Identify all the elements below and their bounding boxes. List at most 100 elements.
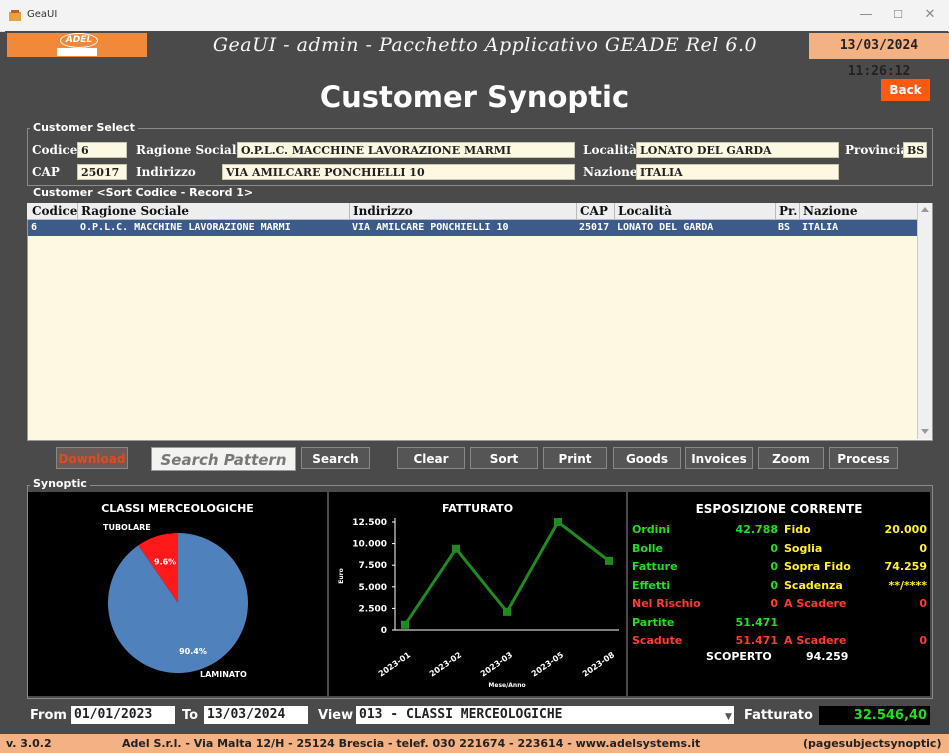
provincia-field[interactable]: BS — [903, 142, 927, 158]
exposure-value: 0 — [770, 541, 778, 555]
customer-list[interactable] — [27, 203, 933, 441]
back-button[interactable]: Back — [881, 79, 930, 101]
exposure-label: Scadute — [632, 634, 683, 647]
exposure-label: Fido — [784, 523, 811, 536]
fatturato-label: Fatturato — [744, 708, 813, 723]
codice-field[interactable]: 6 — [77, 142, 127, 158]
ragione-sociale-field[interactable]: O.P.L.C. MACCHINE LAVORAZIONE MARMI — [237, 142, 575, 158]
exposure-value: 0 — [919, 541, 927, 555]
exposure-title: ESPOSIZIONE CORRENTE — [695, 502, 863, 516]
column-header-cap[interactable]: CAP — [576, 203, 614, 219]
exposure-value: 42.788 — [735, 523, 778, 536]
line-point — [503, 607, 511, 616]
cap-label: CAP — [32, 165, 60, 179]
sort-button[interactable]: Sort — [470, 447, 538, 469]
exposure-value: 0 — [919, 634, 927, 647]
scoperto-value: 94.259 — [806, 650, 849, 663]
y-tick-label: 7.500 — [359, 561, 387, 571]
column-header-codice[interactable]: Codice — [29, 203, 77, 219]
pie-name-label-tubolare: TUBOLARE — [103, 523, 151, 532]
view-dropdown-icon[interactable]: ▼ — [725, 712, 732, 722]
pie-value-label-tubolare: 9.6% — [154, 558, 176, 567]
line-point — [554, 518, 562, 526]
table-cell-cap: 25017 — [579, 222, 610, 233]
to-date-field[interactable]: 13/03/2024 — [204, 706, 308, 724]
table-cell-codice: 6 — [31, 222, 38, 233]
table-cell-nazione: ITALIA — [802, 222, 839, 233]
line-chart-panel: FATTURATO 0 2.500 5.000 7.500 10.000 12.500 Eu… — [329, 492, 626, 696]
indirizzo-label: Indirizzo — [136, 165, 196, 179]
banner-title: GeaUI - admin - Pacchetto Applicativo GE… — [212, 34, 758, 56]
download-button[interactable]: Download — [56, 447, 128, 469]
from-date-field[interactable]: 01/01/2023 — [71, 706, 175, 724]
search-pattern-input[interactable]: Search Pattern — [151, 447, 296, 471]
x-tick-label: 2023-03 — [479, 650, 514, 678]
table-cell-provincia: BS — [778, 222, 791, 233]
x-tick-label: 2023-08 — [581, 650, 617, 679]
cap-field[interactable]: 25017 — [77, 164, 127, 180]
window-titlebar: GeaUI — [0, 0, 949, 32]
page-title: Customer Synoptic — [319, 80, 630, 114]
invoices-button[interactable]: Invoices — [685, 447, 753, 469]
pie-chart-panel: CLASSI MERCEOLOGICHE 9.6% 90.4% TUBOLARE LA… — [28, 492, 327, 696]
view-select[interactable]: 013 - CLASSI MERCEOLOGICHE — [356, 706, 734, 724]
maximize-button[interactable]: ☐ — [883, 6, 913, 24]
indirizzo-field[interactable]: VIA AMILCARE PONCHIELLI 10 — [222, 164, 575, 180]
exposure-label: Scadenza — [784, 578, 843, 592]
localita-field[interactable]: LONATO DEL GARDA — [636, 142, 839, 158]
minimize-button[interactable]: — — [851, 6, 881, 24]
exposure-value: 0 — [770, 578, 778, 592]
close-button[interactable]: ✕ — [915, 6, 945, 24]
to-label: To — [182, 708, 199, 723]
page-id-label: (pagesubjectsynoptic) — [803, 737, 942, 750]
exposure-label: Soglia — [784, 541, 823, 555]
column-header-nazione[interactable]: Nazione — [799, 203, 917, 219]
x-tick-label: 2023-05 — [530, 650, 566, 679]
exposure-label: Partite — [632, 615, 675, 629]
print-button[interactable]: Print — [543, 447, 607, 469]
goods-button[interactable]: Goods — [613, 447, 681, 469]
line-point — [401, 620, 409, 629]
column-header-localita[interactable]: Località — [614, 203, 775, 219]
pie-chart: 9.6% 90.4% TUBOLARE LAMINATO — [103, 523, 248, 679]
scroll-down-icon[interactable] — [921, 429, 929, 435]
column-header-provincia[interactable]: Pr. — [775, 203, 799, 219]
column-header-indirizzo[interactable]: Indirizzo — [349, 203, 576, 219]
zoom-button[interactable]: Zoom — [758, 447, 824, 469]
scoperto-label: SCOPERTO — [706, 650, 772, 663]
clear-button[interactable]: Clear — [397, 447, 465, 469]
synoptic-legend: Synoptic — [30, 477, 90, 490]
version-label: v. 3.0.2 — [6, 737, 52, 750]
y-tick-label: 10.000 — [352, 540, 387, 550]
table-cell-indirizzo: VIA AMILCARE PONCHIELLI 10 — [352, 222, 509, 233]
exposure-value: 0 — [770, 560, 778, 573]
x-axis-label: Mese/Anno — [488, 682, 525, 689]
search-button[interactable]: Search — [301, 447, 370, 469]
exposure-label: A Scadere — [784, 597, 847, 610]
exposure-label: Sopra Fido — [784, 560, 851, 573]
exposure-value: 0 — [770, 597, 778, 610]
localita-label: Località — [583, 143, 637, 157]
company-logo: ADEL — [7, 33, 147, 57]
table-cell-localita: LONATO DEL GARDA — [617, 222, 714, 233]
y-axis-label: Euro — [338, 568, 345, 583]
logo-text: ADEL — [60, 33, 98, 48]
exposure-value: 51.471 — [735, 615, 778, 629]
column-header-ragione-sociale[interactable]: Ragione Sociale — [77, 203, 349, 219]
pie-value-label-laminato: 90.4% — [179, 647, 207, 656]
list-scrollbar[interactable] — [917, 203, 932, 439]
fatturato-value: 32.546,40 — [819, 706, 930, 725]
company-info: Adel S.r.l. - Via Malta 12/H - 25124 Bre… — [122, 737, 701, 750]
view-label: View — [318, 708, 354, 723]
y-tick-label: 2.500 — [359, 604, 387, 614]
ragione-sociale-label: Ragione Sociale — [136, 143, 245, 157]
process-button[interactable]: Process — [829, 447, 898, 469]
exposure-label: Ordini — [632, 523, 671, 536]
window-title: GeaUI — [27, 9, 58, 20]
nazione-field[interactable]: ITALIA — [636, 164, 839, 180]
y-tick-label: 0 — [381, 626, 387, 636]
from-label: From — [30, 708, 67, 723]
exposure-label: A Scadere — [784, 634, 847, 647]
scroll-up-icon[interactable] — [921, 206, 929, 212]
table-cell-ragione-sociale: O.P.L.C. MACCHINE LAVORAZIONE MARMI — [80, 222, 291, 233]
